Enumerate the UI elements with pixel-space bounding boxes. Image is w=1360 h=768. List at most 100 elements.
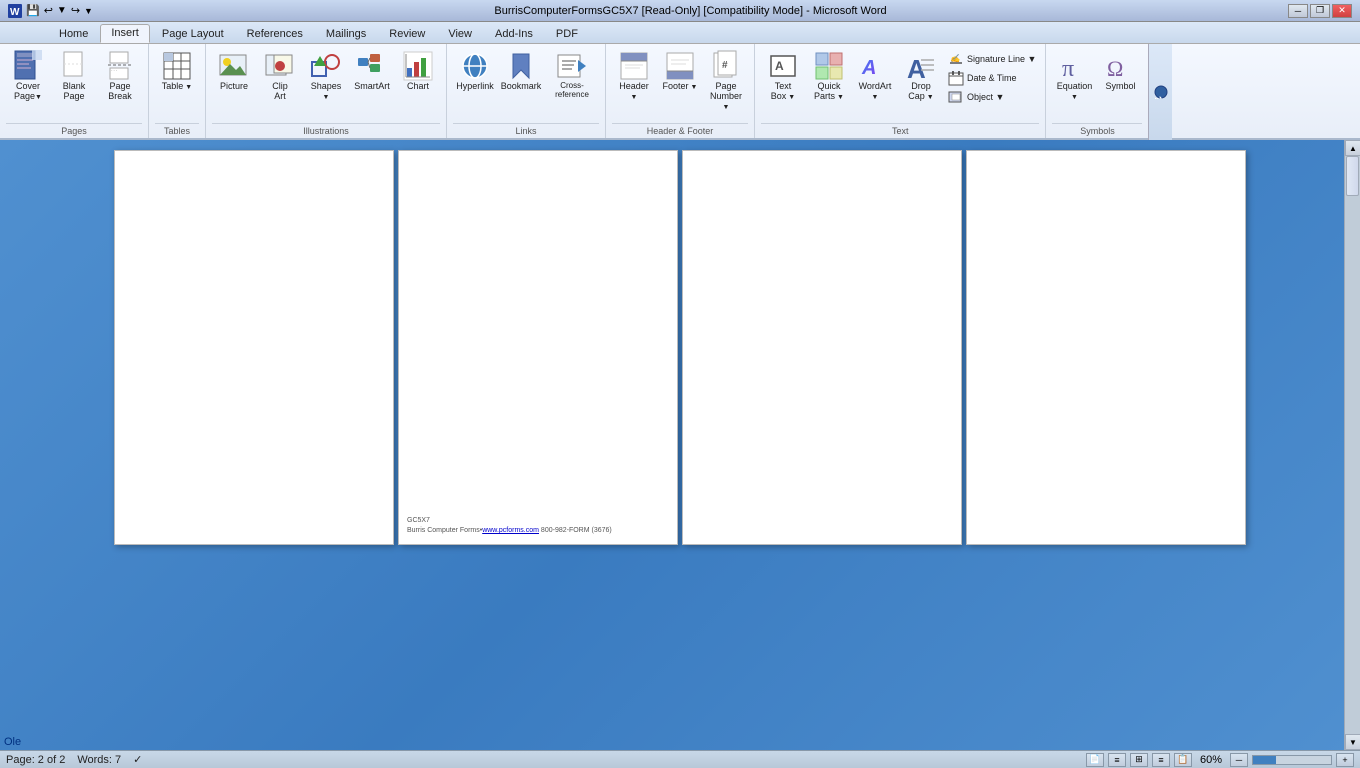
- scroll-thumb[interactable]: [1346, 156, 1359, 196]
- word-count: Words: 7: [77, 754, 121, 766]
- hyperlink-button[interactable]: Hyperlink: [453, 48, 497, 94]
- tab-addins[interactable]: Add-Ins: [484, 25, 544, 43]
- document-area: GC5X7 Burris Computer Forms•www.pcforms.…: [0, 140, 1360, 750]
- footer-line2: Burris Computer Forms•www.pcforms.com 80…: [407, 526, 612, 536]
- hyperlink-label: Hyperlink: [456, 82, 494, 92]
- tab-insert[interactable]: Insert: [100, 24, 150, 43]
- date-time-button[interactable]: Date & Time: [945, 69, 1039, 87]
- picture-button[interactable]: Picture: [212, 48, 256, 94]
- footer-link[interactable]: www.pcforms.com: [482, 527, 539, 534]
- page-4-content: [967, 151, 1245, 544]
- quick-save[interactable]: 💾: [26, 4, 40, 17]
- title-controls[interactable]: ─ ❐ ✕: [1288, 4, 1352, 18]
- cross-reference-label: Cross-reference: [549, 82, 595, 100]
- page-3-content: [683, 151, 961, 544]
- view-outline-icon[interactable]: ≡: [1152, 753, 1170, 767]
- footer-line1: GC5X7: [407, 516, 612, 526]
- ribbon-group-header-footer: Header ▼ Footer ▼: [606, 44, 755, 138]
- view-web-icon[interactable]: ⊞: [1130, 753, 1148, 767]
- view-normal-icon[interactable]: 📄: [1086, 753, 1104, 767]
- shapes-button[interactable]: Shapes ▼: [304, 48, 348, 104]
- chart-label: Chart: [407, 82, 429, 92]
- clip-art-button[interactable]: ClipArt: [258, 48, 302, 104]
- svg-text:π: π: [1062, 56, 1074, 82]
- tab-pdf[interactable]: PDF: [545, 25, 589, 43]
- header-button[interactable]: Header ▼: [612, 48, 656, 104]
- document-page-4: [966, 150, 1246, 545]
- table-icon: [161, 50, 193, 82]
- blank-page-button[interactable]: BlankPage: [52, 48, 96, 104]
- ribbon-group-symbols: π Equation ▼ Ω Symbol Symbols: [1046, 44, 1148, 138]
- blank-page-icon: [58, 50, 90, 82]
- drop-cap-button[interactable]: A DropCap ▼: [899, 48, 943, 104]
- page-break-button[interactable]: - - - PageBreak: [98, 48, 142, 104]
- smartart-button[interactable]: SmartArt: [350, 48, 394, 94]
- tab-references[interactable]: References: [236, 25, 314, 43]
- view-reading-icon[interactable]: ≡: [1108, 753, 1126, 767]
- svg-text:W: W: [10, 7, 20, 18]
- svg-text:A: A: [775, 59, 784, 73]
- svg-text:- - -: - - -: [111, 67, 118, 72]
- text-box-label: TextBox ▼: [771, 82, 795, 102]
- view-draft-icon[interactable]: 📋: [1174, 753, 1192, 767]
- tab-view[interactable]: View: [437, 25, 483, 43]
- table-button[interactable]: Table ▼: [155, 48, 199, 94]
- minimize-button[interactable]: ─: [1288, 4, 1308, 18]
- svg-text:#: #: [722, 60, 728, 71]
- zoom-out-button[interactable]: ─: [1230, 753, 1248, 767]
- cross-reference-button[interactable]: Cross-reference: [545, 48, 599, 102]
- footer-button[interactable]: Footer ▼: [658, 48, 702, 94]
- close-button[interactable]: ✕: [1332, 4, 1352, 18]
- page-number-button[interactable]: # PageNumber ▼: [704, 48, 748, 114]
- wordart-icon: A: [859, 50, 891, 82]
- title-text: BurrisComputerFormsGC5X7 [Read-Only] [Co…: [93, 5, 1288, 17]
- tab-mailings[interactable]: Mailings: [315, 25, 377, 43]
- scroll-track[interactable]: [1345, 156, 1360, 734]
- tab-home[interactable]: Home: [48, 25, 99, 43]
- illustrations-group-label: Illustrations: [212, 123, 440, 136]
- document-page-2: GC5X7 Burris Computer Forms•www.pcforms.…: [398, 150, 678, 545]
- help-button[interactable]: ?: [1148, 44, 1172, 140]
- more-arrow[interactable]: ▼: [84, 6, 93, 16]
- zoom-level: 60%: [1200, 754, 1222, 766]
- header-icon: [618, 50, 650, 82]
- quick-undo[interactable]: ↩: [44, 4, 53, 17]
- document-page-3: [682, 150, 962, 545]
- illustrations-group-content: Picture ClipArt: [212, 48, 440, 121]
- zoom-slider[interactable]: [1252, 755, 1332, 765]
- quick-parts-button[interactable]: QuickParts ▼: [807, 48, 851, 104]
- text-box-button[interactable]: A TextBox ▼: [761, 48, 805, 104]
- ribbon-group-tables: Table ▼ Tables: [149, 44, 206, 138]
- object-button[interactable]: Object ▼: [945, 88, 1039, 106]
- symbol-button[interactable]: Ω Symbol: [1098, 48, 1142, 94]
- clip-art-icon: [264, 50, 296, 82]
- clip-art-label: ClipArt: [272, 82, 288, 102]
- page-break-icon: - - -: [104, 50, 136, 82]
- ribbon-group-links: Hyperlink Bookmark: [447, 44, 606, 138]
- pages-group-label: Pages: [6, 123, 142, 136]
- scroll-up-button[interactable]: ▲: [1345, 140, 1360, 156]
- tab-review[interactable]: Review: [378, 25, 436, 43]
- signature-line-label: Signature Line ▼: [967, 54, 1036, 64]
- proofing-icon[interactable]: ✓: [133, 753, 142, 766]
- symbols-group-content: π Equation ▼ Ω Symbol: [1052, 48, 1142, 121]
- cover-page-button[interactable]: CoverPage▼: [6, 48, 50, 104]
- vertical-scrollbar[interactable]: ▲ ▼: [1344, 140, 1360, 750]
- scroll-down-button[interactable]: ▼: [1345, 734, 1360, 750]
- quick-redo[interactable]: ↪: [71, 4, 80, 17]
- equation-button[interactable]: π Equation ▼: [1052, 48, 1096, 104]
- signature-line-button[interactable]: ✍ Signature Line ▼: [945, 50, 1039, 68]
- text-stack: ✍ Signature Line ▼ Date & Time: [945, 48, 1039, 106]
- wordart-label: WordArt ▼: [857, 82, 893, 102]
- restore-button[interactable]: ❐: [1310, 4, 1330, 18]
- zoom-in-button[interactable]: +: [1336, 753, 1354, 767]
- bookmark-button[interactable]: Bookmark: [499, 48, 543, 94]
- wordart-button[interactable]: A WordArt ▼: [853, 48, 897, 104]
- svg-text:✍: ✍: [950, 54, 962, 63]
- chart-button[interactable]: Chart: [396, 48, 440, 94]
- quick-parts-label: QuickParts ▼: [814, 82, 844, 102]
- tab-page-layout[interactable]: Page Layout: [151, 25, 235, 43]
- equation-icon: π: [1058, 50, 1090, 82]
- bookmark-icon: [505, 50, 537, 82]
- status-right: 📄 ≡ ⊞ ≡ 📋 60% ─ +: [1086, 753, 1354, 767]
